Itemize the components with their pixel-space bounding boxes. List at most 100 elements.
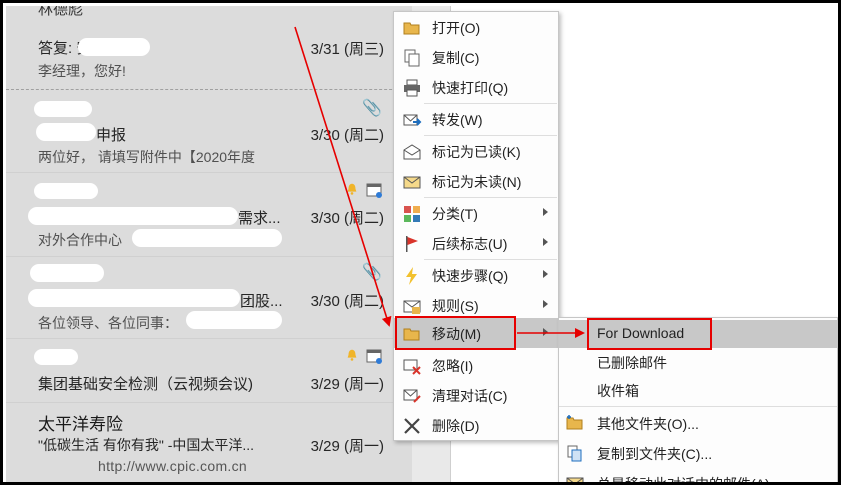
forward-icon — [403, 114, 422, 126]
redaction-mask — [30, 264, 104, 282]
menu-item-copy[interactable]: 复制(C) — [394, 42, 558, 72]
divider — [6, 338, 412, 339]
mail-date: 3/29 (周一) — [310, 438, 384, 455]
submenu-item-other-folder[interactable]: 其他文件夹(O)... — [559, 409, 837, 437]
reminder-bell-icon — [347, 183, 357, 195]
mail-subject: 申报 — [96, 127, 127, 144]
rules-icon — [403, 300, 421, 314]
menu-item-follow-up[interactable]: 后续标志(U) — [394, 228, 558, 258]
print-icon — [404, 79, 420, 97]
mail-preview: 对外合作中心 — [38, 232, 122, 248]
mail-date: 3/30 (周二) — [310, 127, 384, 144]
mail-preview: 李经理，您好! — [38, 63, 126, 79]
meeting-icon — [366, 349, 382, 364]
menu-item-label: 后续标志(U) — [432, 236, 508, 252]
ignore-icon — [403, 359, 421, 375]
menu-item-ignore[interactable]: 忽略(I) — [394, 350, 558, 380]
submenu-item-label: 收件箱 — [597, 383, 639, 399]
categorize-icon — [404, 206, 420, 222]
redaction-mask — [36, 123, 96, 141]
mail-preview: 两位好， 请填写附件中【2020年度 — [38, 149, 256, 165]
submenu-item-label: 总是移动此对话中的邮件(A)... — [597, 476, 782, 485]
other-folder-icon — [566, 415, 583, 430]
menu-item-categorize[interactable]: 分类(T) — [394, 198, 558, 228]
divider — [6, 256, 412, 257]
menu-item-label: 清理对话(C) — [432, 388, 508, 404]
always-move-icon — [566, 477, 584, 482]
menu-item-label: 规则(S) — [432, 298, 479, 314]
menu-item-label: 快速打印(Q) — [432, 80, 509, 96]
redaction-mask — [78, 38, 150, 56]
redaction-mask — [34, 349, 78, 365]
menu-item-mark-unread[interactable]: 标记为未读(N) — [394, 166, 558, 196]
highlight-box-for-download — [587, 318, 712, 350]
submenu-item-copy-to-folder[interactable]: 复制到文件夹(C)... — [559, 439, 837, 467]
submenu-arrow-icon — [543, 300, 548, 308]
submenu-item-label: 已删除邮件 — [597, 355, 667, 371]
mail-list[interactable]: 林德彪 答复: 安服系统 3/31 (周三) 李经理，您好! 📎 申报 3/30… — [6, 6, 412, 482]
menu-item-quick-steps[interactable]: 快速步骤(Q) — [394, 260, 558, 290]
list-item[interactable]: 林德彪 答复: 安服系统 3/31 (周三) 李经理，您好! — [6, 6, 412, 90]
submenu-item-inbox[interactable]: 收件箱 — [559, 376, 837, 404]
divider — [6, 89, 412, 90]
menu-item-label: 忽略(I) — [432, 358, 474, 374]
list-item[interactable]: 📎 申报 3/30 (周二) 两位好， 请填写附件中【2020年度 — [6, 92, 412, 172]
menu-item-label: 转发(W) — [432, 112, 483, 128]
submenu-item-label: 其他文件夹(O)... — [597, 416, 699, 432]
watermark-url: http://www.cpic.com.cn — [98, 458, 247, 474]
cleanup-icon — [403, 389, 421, 403]
menu-separator — [559, 406, 837, 407]
redaction-mask — [28, 289, 240, 307]
submenu-arrow-icon — [543, 328, 548, 336]
mail-subject: 需求... — [238, 210, 281, 227]
menu-item-cleanup[interactable]: 清理对话(C) — [394, 380, 558, 410]
attachment-icon: 📎 — [362, 264, 382, 281]
mail-sender: 太平洋寿险 — [38, 415, 123, 434]
context-menu: 打开(O) 复制(C) 快速打印(Q) 转发(W) 标记为已读(K) 标记为未读… — [393, 11, 559, 441]
menu-item-delete[interactable]: 删除(D) — [394, 410, 558, 440]
quick-steps-icon — [406, 267, 417, 285]
meeting-icon — [366, 183, 382, 198]
redaction-mask — [132, 229, 282, 247]
copy-to-folder-icon — [567, 445, 582, 462]
redaction-mask — [28, 207, 238, 225]
copy-icon — [404, 49, 420, 67]
submenu-item-deleted-items[interactable]: 已删除邮件 — [559, 348, 837, 376]
screenshot-frame: 林德彪 答复: 安服系统 3/31 (周三) 李经理，您好! 📎 申报 3/30… — [0, 0, 841, 485]
menu-item-label: 复制(C) — [432, 50, 480, 66]
delete-icon — [404, 418, 420, 434]
mail-date: 3/29 (周一) — [310, 376, 384, 393]
menu-item-label: 分类(T) — [432, 206, 478, 222]
mail-preview: 各位领导、各位同事： — [38, 315, 178, 331]
submenu-arrow-icon — [543, 208, 548, 216]
mail-sender: 林德彪 — [38, 6, 84, 18]
list-item[interactable]: 需求... 3/30 (周二) 对外合作中心 — [6, 174, 412, 256]
menu-item-quick-print[interactable]: 快速打印(Q) — [394, 72, 558, 102]
redaction-mask — [34, 101, 92, 117]
attachment-icon: 📎 — [362, 100, 382, 117]
menu-item-mark-read[interactable]: 标记为已读(K) — [394, 136, 558, 166]
mark-read-icon — [403, 144, 421, 160]
submenu-item-label: 复制到文件夹(C)... — [597, 446, 713, 462]
redaction-mask — [186, 311, 282, 329]
open-icon — [403, 22, 420, 35]
menu-item-label: 标记为未读(N) — [432, 174, 522, 190]
list-item[interactable]: 📎 团股... 3/30 (周二) 各位领导、各位同事： — [6, 258, 412, 338]
mail-date: 3/31 (周三) — [310, 41, 384, 58]
mail-date: 3/30 (周二) — [310, 293, 384, 310]
submenu-item-always-move[interactable]: 总是移动此对话中的邮件(A)... — [559, 469, 837, 485]
mail-subject: "低碳生活 有你有我" -中国太平洋... — [38, 437, 255, 453]
divider — [6, 402, 412, 403]
list-item[interactable]: 集团基础安全检测（云视频会议) 3/29 (周一) — [6, 340, 412, 402]
menu-item-label: 打开(O) — [432, 20, 481, 36]
reminder-bell-icon — [347, 349, 357, 361]
mail-subject: 团股... — [240, 293, 283, 310]
submenu-arrow-icon — [543, 270, 548, 278]
mark-unread-icon — [403, 176, 421, 189]
menu-item-forward[interactable]: 转发(W) — [394, 104, 558, 134]
submenu-arrow-icon — [543, 238, 548, 246]
flag-icon — [406, 236, 418, 252]
divider — [6, 172, 412, 173]
menu-item-open[interactable]: 打开(O) — [394, 12, 558, 42]
menu-item-label: 删除(D) — [432, 418, 480, 434]
